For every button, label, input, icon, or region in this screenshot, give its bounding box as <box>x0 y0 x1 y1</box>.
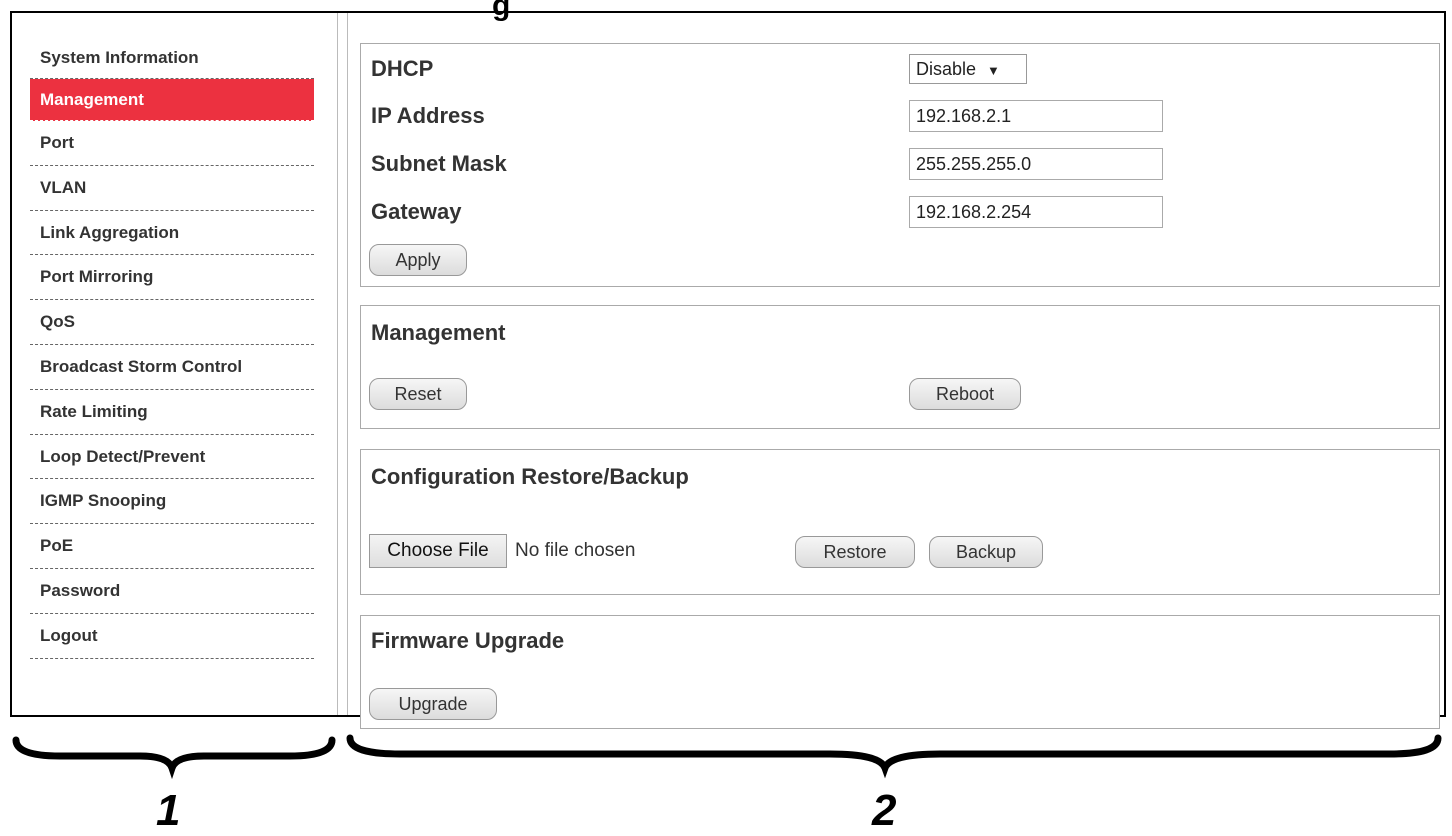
management-panel: Management Reset Reboot <box>360 305 1440 429</box>
sidebar-item-igmp-snooping[interactable]: IGMP Snooping <box>30 479 314 525</box>
backup-button[interactable]: Backup <box>929 536 1043 568</box>
sidebar-item-poe[interactable]: PoE <box>30 524 314 569</box>
column-divider <box>347 13 348 715</box>
dhcp-selected-value: Disable <box>916 59 977 79</box>
page-title-fragment: g <box>492 0 511 22</box>
ip-address-label: IP Address <box>371 103 485 128</box>
sidebar-menu: System Information Management Port VLAN Link… <box>30 43 314 659</box>
firmware-title: Firmware Upgrade <box>371 628 565 653</box>
choose-file-button[interactable]: Choose File <box>369 534 507 568</box>
annotation-number-1: 1 <box>156 786 181 835</box>
brace-left <box>12 736 336 780</box>
sidebar-item-link-aggregation[interactable]: Link Aggregation <box>30 211 314 256</box>
reboot-button[interactable]: Reboot <box>909 378 1021 410</box>
sidebar-item-rate-limiting[interactable]: Rate Limiting <box>30 390 314 435</box>
ip-settings-panel: DHCP Disable ▼ IP Address 192.168.2.1 Su… <box>360 43 1440 287</box>
sidebar-item-logout[interactable]: Logout <box>30 614 314 659</box>
upgrade-button[interactable]: Upgrade <box>369 688 497 720</box>
firmware-panel: Firmware Upgrade Upgrade <box>360 615 1440 729</box>
sidebar-item-management[interactable]: Management <box>30 79 314 121</box>
dhcp-label: DHCP <box>371 56 434 81</box>
management-title: Management <box>371 320 506 345</box>
sidebar-item-broadcast-storm-control[interactable]: Broadcast Storm Control <box>30 345 314 390</box>
sidebar: System Information Management Port VLAN Link… <box>14 13 338 715</box>
subnet-mask-input[interactable]: 255.255.255.0 <box>909 148 1163 180</box>
gateway-label: Gateway <box>371 199 462 224</box>
sidebar-item-vlan[interactable]: VLAN <box>30 166 314 211</box>
sidebar-item-loop-detect-prevent[interactable]: Loop Detect/Prevent <box>30 435 314 480</box>
chevron-down-icon: ▼ <box>987 63 1000 78</box>
sidebar-item-port[interactable]: Port <box>30 121 314 166</box>
sidebar-item-password[interactable]: Password <box>30 569 314 614</box>
browser-frame: g System Information Management Port VLAN Li… <box>10 0 1446 729</box>
gateway-input[interactable]: 192.168.2.254 <box>909 196 1163 228</box>
sidebar-item-port-mirroring[interactable]: Port Mirroring <box>30 255 314 301</box>
reset-button[interactable]: Reset <box>369 378 467 410</box>
brace-right <box>346 734 1442 779</box>
ip-address-input[interactable]: 192.168.2.1 <box>909 100 1163 132</box>
config-title: Configuration Restore/Backup <box>371 464 689 489</box>
sidebar-item-system-information[interactable]: System Information <box>30 43 314 79</box>
annotation-braces <box>12 734 1442 780</box>
restore-button[interactable]: Restore <box>795 536 915 568</box>
file-status-text: No file chosen <box>515 540 636 561</box>
apply-button[interactable]: Apply <box>369 244 467 276</box>
subnet-mask-label: Subnet Mask <box>371 151 507 176</box>
config-backup-panel: Configuration Restore/Backup Choose File… <box>360 449 1440 595</box>
sidebar-item-qos[interactable]: QoS <box>30 300 314 345</box>
dhcp-select[interactable]: Disable ▼ <box>909 54 1027 84</box>
annotation-number-2: 2 <box>872 786 897 835</box>
